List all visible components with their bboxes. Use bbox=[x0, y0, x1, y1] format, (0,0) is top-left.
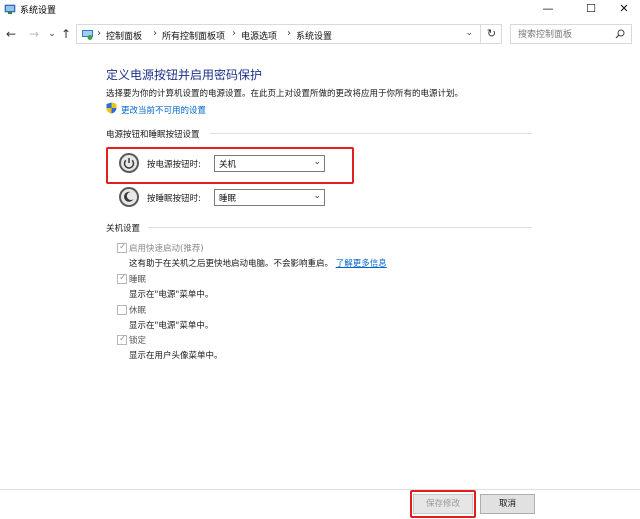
breadcrumb-separator: › bbox=[153, 28, 157, 39]
lock-option-description: 显示在用户头像菜单中。 bbox=[129, 351, 223, 361]
address-bar[interactable]: › 控制面板 › 所有控制面板项 › 电源选项 › 系统设置 ⌄ bbox=[76, 24, 502, 44]
recent-locations-icon[interactable]: ⌄ bbox=[45, 29, 59, 39]
fast-startup-label: 启用快速启动(推荐) bbox=[129, 244, 204, 254]
hibernate-option-label: 休眠 bbox=[129, 306, 147, 316]
sleep-option-description: 显示在"电源"菜单中。 bbox=[129, 290, 214, 300]
hibernate-option-description: 显示在"电源"菜单中。 bbox=[129, 321, 214, 331]
change-unavailable-settings-link[interactable]: 更改当前不可用的设置 bbox=[121, 104, 206, 116]
save-changes-button[interactable]: 保存修改 bbox=[413, 494, 473, 514]
control-panel-icon bbox=[82, 30, 93, 40]
window-title: 系统设置 bbox=[20, 6, 57, 16]
lock-option-label: 锁定 bbox=[129, 336, 147, 346]
hibernate-checkbox[interactable] bbox=[117, 305, 127, 315]
sleep-checkbox[interactable]: ✓ bbox=[117, 273, 127, 284]
chevron-down-icon: ⌄ bbox=[313, 157, 321, 167]
breadcrumb-control-panel[interactable]: 控制面板 bbox=[106, 29, 142, 42]
shutdown-section-title: 关机设置 bbox=[106, 224, 141, 234]
learn-more-link[interactable]: 了解更多信息 bbox=[336, 259, 387, 269]
sleep-option-label: 睡眠 bbox=[129, 275, 147, 285]
power-button-icon bbox=[119, 153, 139, 173]
title-bar: 系统设置 — ☐ ✕ bbox=[0, 0, 640, 18]
power-button-action-value: 关机 bbox=[219, 160, 237, 170]
address-dropdown-icon[interactable]: ⌄ bbox=[465, 28, 473, 38]
refresh-button[interactable]: ↻ bbox=[480, 24, 502, 44]
fast-startup-description: 这有助于在关机之后更快地启动电脑。不会影响重启。 了解更多信息 bbox=[129, 257, 387, 269]
check-mark-icon: ✓ bbox=[119, 273, 127, 283]
page-title: 定义电源按钮并启用密码保护 bbox=[106, 68, 263, 82]
forward-arrow-icon[interactable]: → bbox=[27, 27, 41, 41]
cancel-button[interactable]: 取消 bbox=[480, 494, 535, 514]
back-arrow-icon[interactable]: ← bbox=[4, 27, 18, 41]
section-divider bbox=[148, 227, 532, 228]
check-mark-icon: ✓ bbox=[119, 334, 127, 344]
breadcrumb-separator: › bbox=[287, 28, 291, 39]
power-button-label: 按电源按钮时: bbox=[147, 160, 201, 170]
page-description: 选择要为你的计算机设置的电源设置。在此页上对设置所做的更改将应用于你所有的电源计… bbox=[106, 89, 464, 99]
breadcrumb-all-items[interactable]: 所有控制面板项 bbox=[162, 29, 225, 42]
fast-startup-desc-text: 这有助于在关机之后更快地启动电脑。不会影响重启。 bbox=[129, 259, 334, 269]
chevron-down-icon: ⌄ bbox=[313, 191, 321, 201]
section-divider bbox=[210, 133, 532, 134]
breadcrumb-separator: › bbox=[232, 28, 236, 39]
close-button[interactable]: ✕ bbox=[608, 0, 640, 18]
check-mark-icon: ✓ bbox=[119, 242, 127, 252]
power-section-title: 电源按钮和睡眠按钮设置 bbox=[106, 130, 200, 140]
breadcrumb-power-options[interactable]: 电源选项 bbox=[241, 29, 277, 42]
breadcrumb-system-settings[interactable]: 系统设置 bbox=[296, 29, 332, 42]
search-input[interactable] bbox=[516, 26, 616, 44]
control-panel-icon bbox=[4, 4, 16, 14]
sleep-button-label: 按睡眠按钮时: bbox=[147, 194, 201, 204]
footer-divider bbox=[0, 489, 640, 490]
power-button-action-select[interactable]: 关机 ⌄ bbox=[214, 155, 325, 172]
search-box[interactable] bbox=[510, 24, 632, 44]
uac-shield-icon bbox=[106, 102, 117, 114]
maximize-button[interactable]: ☐ bbox=[575, 0, 607, 18]
search-icon[interactable] bbox=[615, 29, 625, 39]
minimize-button[interactable]: — bbox=[532, 0, 564, 18]
breadcrumb-separator: › bbox=[97, 28, 101, 39]
lock-checkbox[interactable]: ✓ bbox=[117, 334, 127, 345]
fast-startup-checkbox[interactable]: ✓ bbox=[117, 242, 127, 253]
sleep-button-action-value: 睡眠 bbox=[219, 194, 237, 204]
sleep-button-action-select[interactable]: 睡眠 ⌄ bbox=[214, 189, 325, 206]
sleep-button-icon bbox=[119, 187, 139, 207]
up-arrow-icon[interactable]: ↑ bbox=[59, 27, 73, 41]
